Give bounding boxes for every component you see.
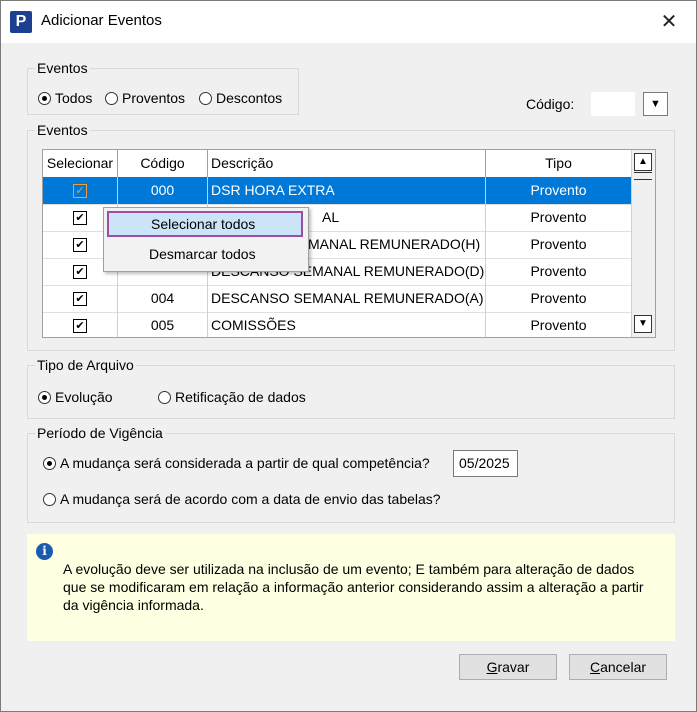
col-tipo[interactable]: Tipo [486,150,631,177]
scroll-down-icon[interactable]: ▼ [634,315,652,333]
row-code: 000 [118,177,208,204]
row-type: Provento [530,236,587,252]
row-type: Provento [530,182,587,198]
radio-label: Retificação de dados [175,389,306,405]
radio-todos[interactable]: Todos [38,90,92,106]
table-scrollbar[interactable]: ▲ ▼ [631,150,655,337]
row-code: 004 [118,285,208,312]
radio-evolucao[interactable]: Evolução [38,389,113,405]
info-line: da vigência informada. [63,597,204,613]
scroll-up-icon[interactable]: ▲ [634,153,652,171]
info-line: A evolução deve ser utilizada na inclusã… [63,561,635,577]
scroll-thumb[interactable] [634,172,652,180]
cancel-button[interactable]: Cancelar [569,654,667,680]
radio-dot [43,456,56,470]
radio-label: A mudança será de acordo com a data de e… [60,491,441,507]
info-panel: i A evolução deve ser utilizada na inclu… [27,534,675,641]
events-legend: Eventos [35,122,90,138]
save-label: ravar [497,659,530,675]
radio-dot [38,91,51,105]
context-menu: Selecionar todos Desmarcar todos [103,207,309,272]
save-accel: G [486,659,498,675]
table-row[interactable]: ✔ 005 COMISSÕES Provento [43,312,631,337]
radio-label: Todos [55,90,93,106]
radio-competencia[interactable]: A mudança será considerada a partir de q… [43,455,430,471]
save-button[interactable]: Gravar [459,654,557,680]
radio-label: Descontos [216,90,283,106]
info-icon: i [36,543,53,560]
menu-item-selecionar-todos[interactable]: Selecionar todos [107,211,303,237]
cancel-accel: C [589,659,601,675]
tipo-arquivo-group [27,365,675,419]
competencia-input[interactable]: 05/2025 [453,450,518,477]
table-row[interactable]: ✓ 000 DSR HORA EXTRA Provento [43,177,631,205]
cancel-label: ancelar [600,659,647,675]
info-line: que se modificaram em relação a informaç… [63,579,644,595]
radio-dot [38,390,51,404]
title-bar: P Adicionar Eventos ✕ [1,1,696,43]
periodo-legend: Período de Vigência [35,425,165,441]
row-checkbox[interactable]: ✔ [73,211,87,226]
col-selecionar[interactable]: Selecionar [43,150,118,177]
codigo-input[interactable] [591,92,635,116]
radio-label: Proventos [122,90,186,106]
col-codigo[interactable]: Código [118,150,208,177]
radio-label: Evolução [55,389,113,405]
row-checkbox[interactable]: ✔ [73,265,87,280]
row-code: 005 [118,312,208,337]
periodo-group [27,433,675,523]
table-row[interactable]: ✔ 004 DESCANSO SEMANAL REMUNERADO(A) Pro… [43,285,631,313]
radio-dot [158,390,171,404]
row-checkbox[interactable]: ✓ [73,184,87,199]
tipo-arquivo-legend: Tipo de Arquivo [35,357,136,373]
radio-proventos[interactable]: Proventos [105,90,185,106]
row-type: Provento [530,263,587,279]
radio-dot [105,91,118,105]
row-checkbox[interactable]: ✔ [73,238,87,253]
menu-item-desmarcar-todos[interactable]: Desmarcar todos [107,241,303,267]
codigo-dropdown-button[interactable]: ▼ [643,92,668,116]
row-checkbox[interactable]: ✔ [73,292,87,307]
radio-data-envio[interactable]: A mudança será de acordo com a data de e… [43,491,441,507]
info-text: A evolução deve ser utilizada na inclusã… [63,560,663,614]
window-title: Adicionar Eventos [41,12,162,29]
row-desc: DESCANSO SEMANAL REMUNERADO(A) [208,285,486,312]
row-type: Provento [530,209,587,225]
dialog-window: P Adicionar Eventos ✕ Eventos Todos Prov… [0,0,697,712]
filter-legend: Eventos [35,60,90,76]
row-type: Provento [530,290,587,306]
row-desc: DSR HORA EXTRA [208,177,486,204]
radio-retificacao[interactable]: Retificação de dados [158,389,306,405]
radio-descontos[interactable]: Descontos [199,90,282,106]
radio-dot [199,91,212,105]
codigo-label: Código: [526,96,575,112]
table-header: Selecionar Código Descrição Tipo [43,150,631,178]
col-descricao[interactable]: Descrição [208,150,486,177]
row-checkbox[interactable]: ✔ [73,319,87,334]
radio-dot [43,492,56,506]
row-type: Provento [530,317,587,333]
close-icon[interactable]: ✕ [653,7,685,37]
row-desc: COMISSÕES [208,312,486,337]
app-logo-icon: P [10,11,32,33]
radio-label: A mudança será considerada a partir de q… [60,455,430,471]
